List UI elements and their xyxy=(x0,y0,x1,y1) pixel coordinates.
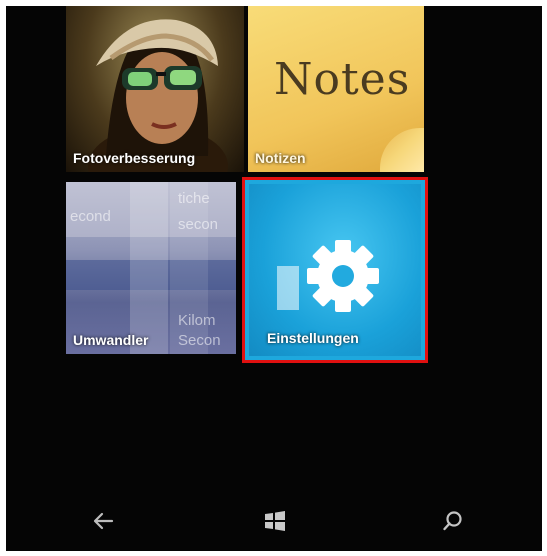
notes-heading: Notes xyxy=(274,54,411,105)
tile-fotoverbesserung[interactable]: Fotoverbesserung xyxy=(66,6,244,172)
tile-label-einstellungen: Einstellungen xyxy=(267,330,359,346)
page-curl-icon xyxy=(380,128,424,172)
gear-shadow xyxy=(277,266,299,310)
gear-icon xyxy=(303,236,383,316)
back-arrow-icon xyxy=(93,512,114,530)
converter-column xyxy=(130,182,168,354)
settings-tile-face: Einstellungen xyxy=(249,184,421,356)
windows-logo-icon xyxy=(265,511,285,531)
converter-word: econd xyxy=(70,208,111,225)
tile-umwandler[interactable]: econd tiche secon Kilom Secon Umwandler xyxy=(66,182,236,354)
tile-label-fotoverbesserung: Fotoverbesserung xyxy=(73,150,196,166)
tile-notizen[interactable]: Notes Notizen xyxy=(248,6,424,172)
search-button[interactable] xyxy=(438,506,468,536)
back-button[interactable] xyxy=(88,506,118,536)
navigation-bar xyxy=(6,484,542,551)
converter-word: Secon xyxy=(178,332,221,349)
start-button[interactable] xyxy=(260,506,290,536)
tile-label-notizen: Notizen xyxy=(255,150,306,166)
converter-word: tiche xyxy=(178,190,210,207)
search-icon xyxy=(443,511,462,531)
tile-label-umwandler: Umwandler xyxy=(73,332,149,348)
converter-word: Kilom xyxy=(178,312,216,329)
converter-word: secon xyxy=(178,216,219,233)
portrait-image xyxy=(88,19,228,172)
phone-start-screen: Fotoverbesserung Notes Notizen econd tic… xyxy=(6,6,542,551)
tile-einstellungen[interactable]: Einstellungen xyxy=(242,177,428,363)
